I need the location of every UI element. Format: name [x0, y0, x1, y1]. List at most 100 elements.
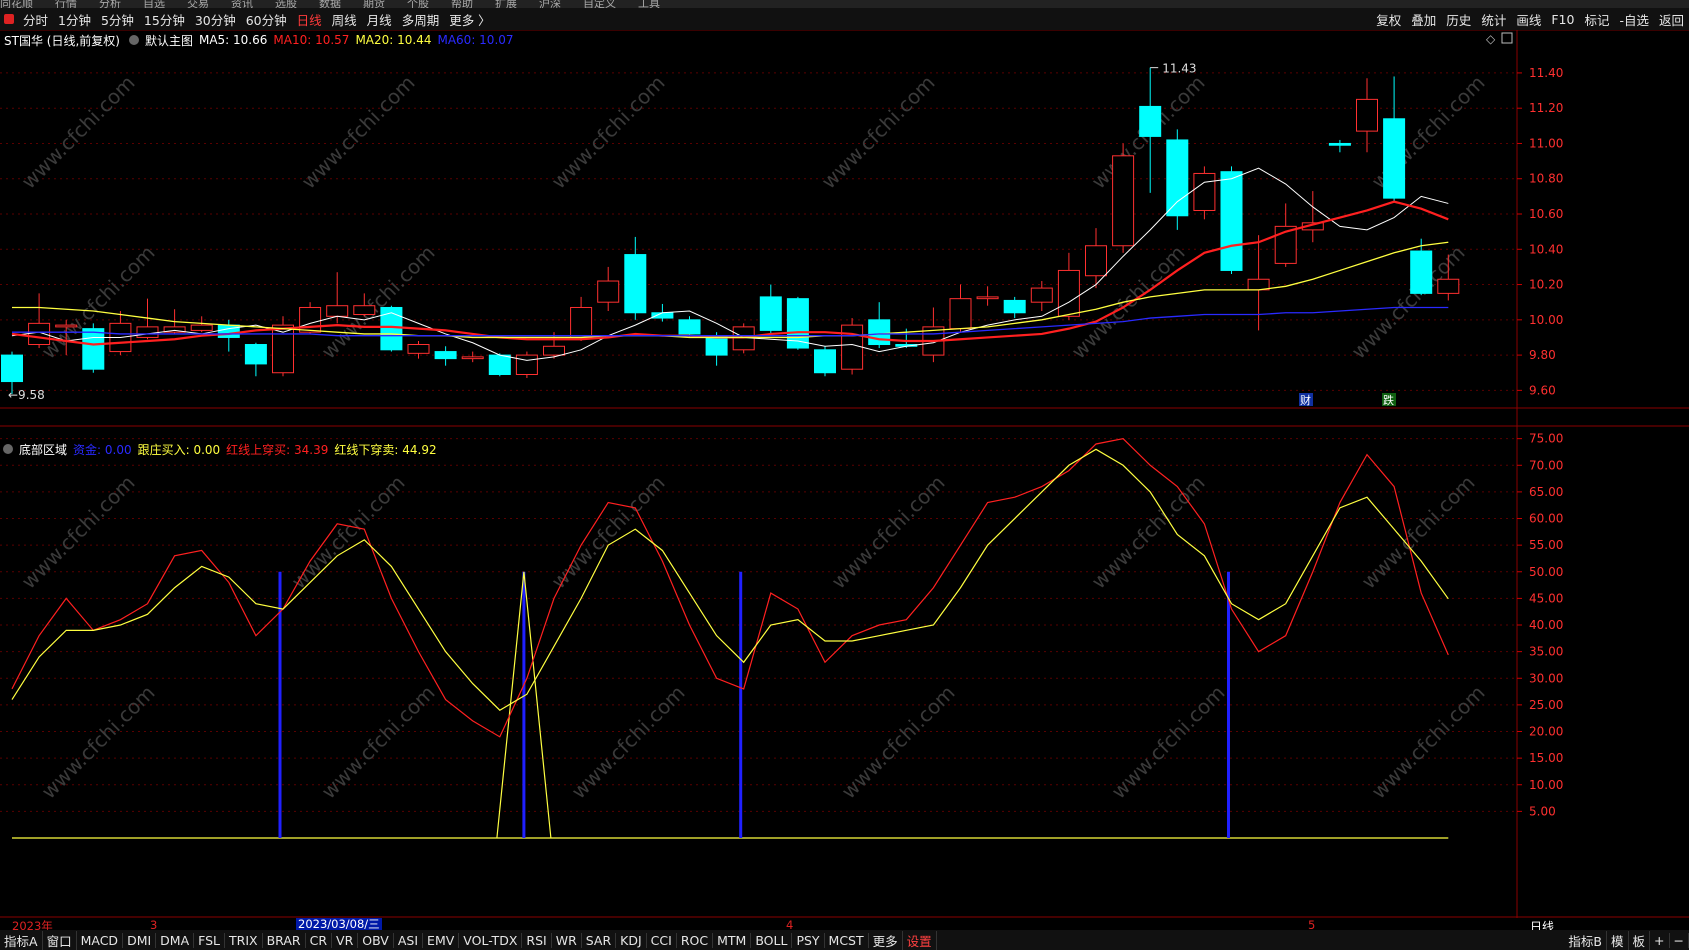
- template-icon[interactable]: [128, 35, 139, 45]
- period-tab-5[interactable]: 60分钟: [241, 10, 292, 29]
- period-tab-0[interactable]: 分时: [18, 10, 53, 29]
- period-tab-3[interactable]: 15分钟: [139, 10, 190, 29]
- stock-title[interactable]: ST国华 (日线,前复权): [4, 32, 120, 49]
- period-tab-9[interactable]: 多周期: [397, 10, 445, 29]
- candle-body: [1030, 287, 1053, 303]
- indicator-tab-24[interactable]: 更多: [869, 930, 903, 950]
- indicator-tab-23[interactable]: MCST: [825, 932, 869, 948]
- toolbar-button-4[interactable]: 画线: [1511, 10, 1546, 29]
- indicator-tick-label: 75.00: [1529, 432, 1563, 446]
- period-tab-6[interactable]: 日线: [292, 10, 327, 29]
- indicator-tab-19[interactable]: ROC: [677, 932, 714, 948]
- ma-legend-2: MA20: 10.44: [355, 33, 432, 47]
- indicator-tab-15[interactable]: WR: [552, 932, 582, 948]
- menu-item-11[interactable]: 扩展: [495, 0, 517, 8]
- indicator-legend: 底部区域 资金: 0.00 跟庄买入: 0.00 红线上穿买: 34.39 红线下穿卖…: [0, 440, 449, 458]
- indicator-tab-16[interactable]: SAR: [582, 932, 617, 948]
- indicator-tab-4[interactable]: DMA: [156, 932, 195, 948]
- candle-body: [28, 322, 51, 346]
- menu-item-10[interactable]: 帮助: [451, 0, 473, 8]
- indicator-tab-17[interactable]: KDJ: [616, 932, 647, 948]
- menu-item-13[interactable]: 自定义: [583, 0, 616, 8]
- bottom-right-2[interactable]: 板: [1629, 930, 1651, 950]
- menu-item-5[interactable]: 资讯: [231, 0, 253, 8]
- toolbar-button-6[interactable]: 标记: [1579, 10, 1614, 29]
- toolbar-button-1[interactable]: 叠加: [1406, 10, 1441, 29]
- indicator-settings-icon[interactable]: [3, 444, 13, 454]
- bottom-right-0[interactable]: 指标B: [1564, 930, 1607, 950]
- menu-bar: 同花顺 行情 分析 自选 交易 资讯 选股 数据 期货 个股 帮助 扩展 沪深 自定义 工具: [0, 0, 1689, 8]
- period-tab-4[interactable]: 30分钟: [190, 10, 241, 29]
- finance-badge-label[interactable]: 财: [1300, 393, 1311, 407]
- bottom-right-4[interactable]: −: [1670, 932, 1689, 948]
- watermark: www.cfchi.com: [817, 71, 940, 194]
- menu-item-3[interactable]: 自选: [143, 0, 165, 8]
- candle-body: [1220, 171, 1243, 271]
- ma-legend-3: MA60: 10.07: [437, 33, 514, 47]
- menu-item-12[interactable]: 沪深: [539, 0, 561, 8]
- indicator-tab-11[interactable]: ASI: [394, 932, 424, 948]
- menu-item-9[interactable]: 个股: [407, 0, 429, 8]
- menu-item-1[interactable]: 行情: [55, 0, 77, 8]
- toolbar-button-0[interactable]: 复权: [1371, 10, 1406, 29]
- indicator-tab-9[interactable]: VR: [332, 932, 359, 948]
- menu-item-14[interactable]: 工具: [638, 0, 660, 8]
- candle-body: [1166, 139, 1189, 217]
- indicator-tab-1[interactable]: 窗口: [43, 930, 77, 950]
- drop-badge-label[interactable]: 跌: [1383, 393, 1394, 407]
- indicator-tab-22[interactable]: PSY: [792, 932, 825, 948]
- menu-item-2[interactable]: 分析: [99, 0, 121, 8]
- template-label[interactable]: 默认主图: [145, 32, 193, 49]
- period-tab-1[interactable]: 1分钟: [53, 10, 96, 29]
- period-tab-7[interactable]: 周线: [327, 10, 362, 29]
- indicator-tab-13[interactable]: VOL-TDX: [459, 932, 523, 948]
- indicator-tab-18[interactable]: CCI: [647, 932, 677, 948]
- toolbar-button-8[interactable]: 返回: [1654, 10, 1689, 29]
- indicator-tab-25[interactable]: 设置: [903, 930, 937, 950]
- toolbar-button-5[interactable]: F10: [1546, 12, 1579, 27]
- menu-item-8[interactable]: 期货: [363, 0, 385, 8]
- diamond-icon[interactable]: ◇: [1486, 32, 1496, 46]
- period-tab-8[interactable]: 月线: [362, 10, 397, 29]
- window-toggle-icon[interactable]: [1501, 32, 1513, 44]
- indicator-tab-14[interactable]: RSI: [522, 932, 552, 948]
- menu-item-7[interactable]: 数据: [319, 0, 341, 8]
- bottom-right-3[interactable]: +: [1650, 932, 1670, 948]
- indicator-tab-10[interactable]: OBV: [358, 932, 394, 948]
- period-toolbar: 分时 1分钟 5分钟 15分钟 30分钟 60分钟 日线 周线 月线 多周期 更多 〉 复权 叠加 历史…: [0, 8, 1689, 31]
- candle-body: [380, 306, 403, 351]
- indicator-tab-12[interactable]: EMV: [423, 932, 460, 948]
- indicator-tab-7[interactable]: BRAR: [263, 932, 306, 948]
- indicator-tab-0[interactable]: 指标A: [0, 930, 43, 950]
- indicator-tab-8[interactable]: CR: [306, 932, 333, 948]
- menu-item-6[interactable]: 选股: [275, 0, 297, 8]
- indicator-tick-label: 70.00: [1529, 458, 1563, 472]
- indicator-name[interactable]: 底部区域: [19, 441, 67, 458]
- period-tab-10[interactable]: 更多 〉: [444, 10, 495, 29]
- indicator-tab-20[interactable]: MTM: [713, 932, 752, 948]
- toolbar-button-2[interactable]: 历史: [1441, 10, 1476, 29]
- chart-area[interactable]: 11.40 11.20 11.00 10.80 10.60 10.40 10.20 10.00…: [0, 30, 1689, 918]
- candle-body: [759, 296, 782, 331]
- watermark: www.cfchi.com: [547, 71, 670, 194]
- indicator-tick-label: 30.00: [1529, 671, 1563, 685]
- period-tab-2[interactable]: 5分钟: [96, 10, 139, 29]
- indicator-tab-2[interactable]: MACD: [77, 932, 124, 948]
- price-tick-label: 10.60: [1529, 207, 1563, 221]
- bottom-right-1[interactable]: 模: [1607, 930, 1629, 950]
- toolbar-button-7[interactable]: -自选: [1614, 10, 1654, 29]
- menu-item-0[interactable]: 同花顺: [0, 0, 33, 8]
- candle-body: [868, 319, 891, 346]
- price-tick-label: 10.20: [1529, 278, 1563, 292]
- indicator-tick-label: 55.00: [1529, 538, 1563, 552]
- indicator-tab-3[interactable]: DMI: [123, 932, 157, 948]
- toolbar-button-3[interactable]: 统计: [1476, 10, 1511, 29]
- indicator-tab-5[interactable]: FSL: [194, 932, 226, 948]
- menu-item-4[interactable]: 交易: [187, 0, 209, 8]
- indicator-tick-label: 15.00: [1529, 751, 1563, 765]
- candle-body: [299, 306, 322, 333]
- low-price-label: ←9.58: [8, 388, 45, 402]
- watermark: www.cfchi.com: [547, 471, 670, 594]
- indicator-tab-6[interactable]: TRIX: [225, 932, 263, 948]
- indicator-tab-21[interactable]: BOLL: [751, 932, 793, 948]
